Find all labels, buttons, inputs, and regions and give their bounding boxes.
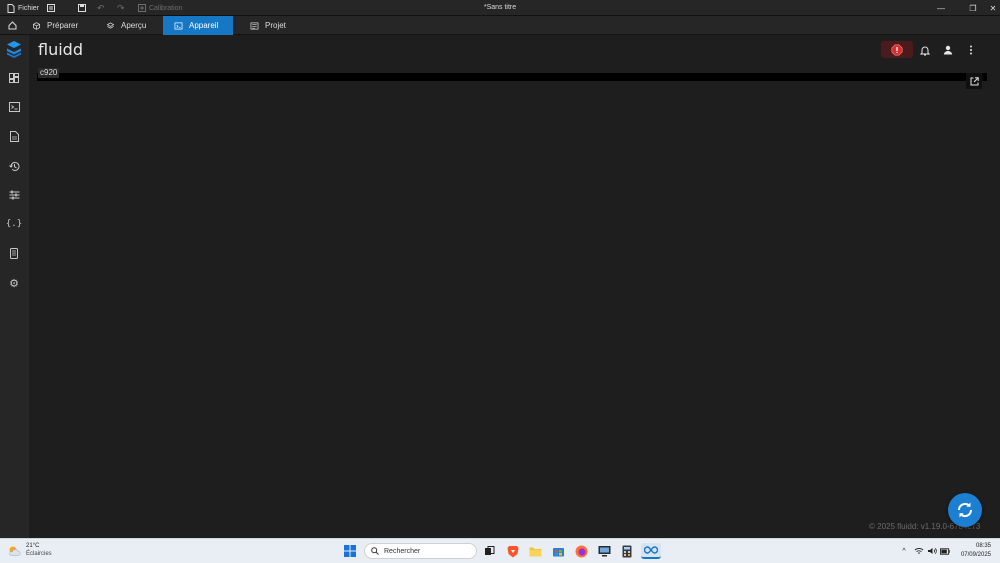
main-tabbar: Préparer Aperçu Appareil Projet [0, 16, 1000, 35]
file-icon [7, 3, 15, 13]
estop-icon [891, 44, 903, 55]
refresh-fab-button[interactable] [948, 493, 982, 527]
clock-date[interactable]: 07/09/2025 [950, 552, 991, 558]
weather-icon[interactable] [7, 544, 21, 558]
tray-overflow-chevron-icon[interactable]: ^ [899, 546, 909, 556]
home-tab[interactable] [0, 16, 22, 35]
dashboard-icon[interactable] [7, 71, 21, 85]
store-icon[interactable] [550, 543, 566, 559]
open-in-new-window-button[interactable] [966, 73, 982, 89]
os-taskbar: 21°C Éclaircies Rechercher ^ 08:35 07/09… [0, 538, 1000, 563]
tab-prepare[interactable]: Préparer [24, 16, 94, 35]
firefox-icon[interactable] [573, 543, 589, 559]
brave-browser-icon[interactable] [505, 543, 521, 559]
weather-temperature[interactable]: 21°C [26, 543, 39, 549]
battery-icon[interactable] [940, 546, 950, 556]
tab-project[interactable]: Projet [242, 16, 302, 35]
camera-stream[interactable] [37, 73, 987, 81]
notifications-bell-icon[interactable] [918, 43, 932, 57]
undo-icon[interactable]: ↶ [97, 0, 105, 16]
app-header: fluidd [29, 35, 1000, 65]
tab-preview-label: Aperçu [121, 21, 147, 30]
files-icon[interactable] [7, 129, 21, 143]
tune-icon[interactable] [7, 188, 21, 202]
camera-content-area: c920 © 2025 fluidd: v1.19.0-6784c73 [29, 65, 1000, 538]
window-titlebar: Fichier ↶ ↷ Calibration *Sans titre — ❐ … [0, 0, 1000, 16]
weather-description[interactable]: Éclaircies [26, 551, 52, 557]
calculator-icon[interactable] [619, 543, 635, 559]
fluidd-logo-icon[interactable] [6, 40, 22, 58]
macros-icon[interactable]: {.} [6, 217, 22, 231]
redo-icon[interactable]: ↷ [117, 0, 125, 16]
tab-device[interactable]: Appareil [163, 16, 233, 35]
file-explorer-icon[interactable] [527, 543, 543, 559]
calibration-icon [138, 4, 146, 12]
history-icon[interactable] [7, 159, 21, 173]
taskbar-search-box[interactable]: Rechercher [364, 543, 477, 559]
search-placeholder: Rechercher [384, 547, 421, 555]
calibration-menu[interactable]: Calibration [138, 0, 182, 16]
app-sidebar: {.} ⚙ [0, 35, 29, 538]
file-menu-label: Fichier [18, 4, 40, 12]
open-external-icon [970, 76, 979, 85]
console-icon[interactable] [7, 100, 21, 114]
restore-button[interactable]: ❐ [962, 0, 984, 16]
more-options-icon[interactable] [964, 43, 978, 57]
tab-device-label: Appareil [189, 21, 219, 30]
emergency-stop-button[interactable] [881, 41, 913, 58]
tab-project-label: Projet [265, 21, 286, 30]
home-icon [8, 21, 17, 30]
cube-icon [33, 21, 40, 30]
search-icon [371, 547, 379, 555]
file-menu[interactable]: Fichier [7, 0, 39, 16]
clock-time[interactable]: 08:35 [958, 543, 991, 549]
orca-slicer-app-icon[interactable] [641, 543, 661, 559]
minimize-button[interactable]: — [930, 0, 952, 16]
user-account-icon[interactable] [941, 43, 955, 57]
windows-start-icon[interactable] [342, 543, 358, 559]
app-brand: fluidd [38, 40, 83, 59]
refresh-icon [957, 502, 973, 518]
layers-icon [106, 21, 115, 29]
tab-prepare-label: Préparer [47, 21, 79, 30]
device-icon [174, 22, 183, 29]
wifi-icon[interactable] [914, 546, 924, 556]
camera-name-label: c920 [38, 68, 60, 78]
calibration-label: Calibration [149, 4, 183, 12]
volume-icon[interactable] [927, 546, 937, 556]
close-button[interactable]: ✕ [982, 0, 1000, 16]
menu-icon[interactable] [47, 0, 55, 16]
settings-icon[interactable]: ⚙ [7, 276, 21, 290]
system-icon[interactable] [7, 246, 21, 260]
project-icon [250, 22, 259, 29]
save-icon[interactable] [78, 0, 86, 16]
task-view-icon[interactable] [481, 543, 497, 559]
tab-preview[interactable]: Aperçu [98, 16, 160, 35]
remote-desktop-icon[interactable] [596, 543, 612, 559]
